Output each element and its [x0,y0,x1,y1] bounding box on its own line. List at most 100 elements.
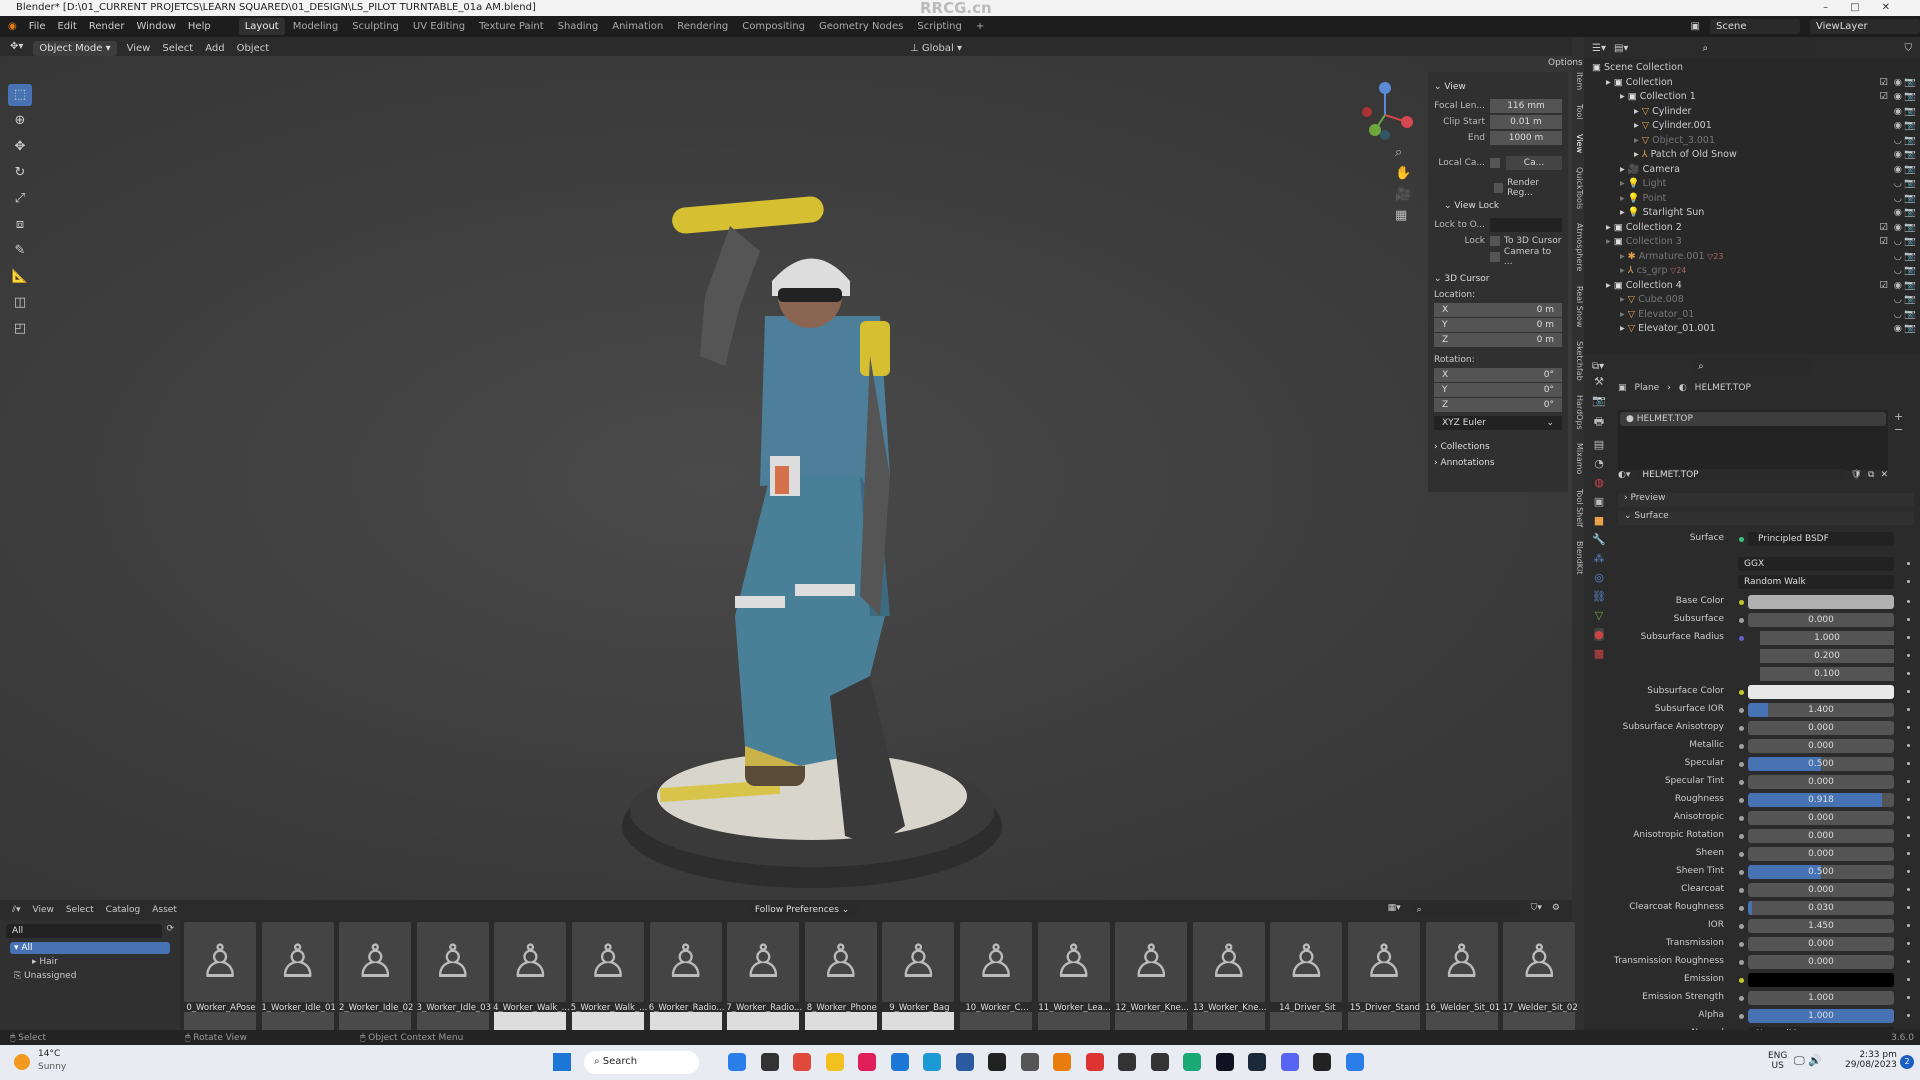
disclosure-triangle-icon[interactable]: ▸ [1634,120,1642,131]
property-field-anisotropic-rotation[interactable]: 0.000 [1748,829,1894,843]
render-tab-icon[interactable]: 📷 [1592,394,1606,407]
outliner-item[interactable]: ▸ ▽ Cube.008 ◡ 📷 [1584,293,1920,308]
outliner-search-input[interactable]: ⌕ [1696,40,1817,56]
lock-to-object-field[interactable] [1490,217,1562,232]
asset-thumbnail[interactable]: ♙ 11_Worker_Lea... [1037,922,1111,1013]
eye-icon[interactable]: ◉ [1894,105,1902,120]
clip-start-field[interactable]: 0.01 m [1490,114,1562,129]
modifier-tab-icon[interactable]: 🔧 [1592,533,1606,546]
taskbar-app-icon[interactable] [923,1053,941,1071]
properties-editor-icon[interactable]: ⧉▾ [1592,361,1604,372]
taskbar-app-icon[interactable] [955,1053,974,1071]
local-camera-field[interactable]: Ca... [1506,155,1562,170]
outliner-item[interactable]: ▸ ▣ Collection ☑ ◉ 📷 [1584,76,1920,91]
eye-icon[interactable]: ◉ [1894,163,1902,178]
disclosure-triangle-icon[interactable]: ▸ [1606,222,1614,233]
import-method-dropdown[interactable]: Follow Preferences ⌄ [748,903,859,917]
outliner-item[interactable]: ▸ 💡 Starlight Sun ◉ 📷 [1584,206,1920,221]
cursor-rotation-z-field[interactable]: Z 0° [1434,398,1562,412]
collection-tab-icon[interactable]: ▣ [1594,495,1604,508]
property-field-emission-strength[interactable]: 1.000 [1748,991,1894,1005]
distribution-dropdown[interactable]: GGX [1738,557,1894,571]
keyframe-dot-icon[interactable] [1907,978,1910,981]
asset-thumbnail-row2[interactable] [727,1012,800,1030]
disclosure-triangle-icon[interactable]: ▸ [1620,294,1628,305]
navigation-gizmo[interactable] [1355,80,1415,150]
property-field-base-color[interactable] [1748,595,1894,609]
scene-tab-icon[interactable]: ◔ [1594,457,1604,470]
material-slot-list[interactable]: ● HELMET.TOP [1618,410,1888,470]
asset-thumbnail[interactable]: ♙ 14_Driver_Sit [1270,922,1343,1013]
input-language[interactable]: ENG US [1768,1051,1787,1071]
property-field-metallic[interactable]: 0.000 [1748,739,1894,753]
asset-thumbnail[interactable]: ♙ 0_Worker_APose [184,922,256,1013]
asset-thumbnail-row2[interactable] [960,1012,1032,1030]
asset-menu-catalog[interactable]: Catalog [106,905,141,915]
property-field-roughness[interactable]: 0.918 [1748,793,1894,807]
notification-badge[interactable]: 2 [1900,1055,1914,1069]
render-camera-icon[interactable]: 📷 [1904,308,1916,323]
blender-logo-icon[interactable]: ◉ [8,21,17,32]
3d-viewport[interactable] [0,56,1572,900]
render-region-checkbox[interactable] [1494,182,1504,193]
tab-workspace-geometry-nodes[interactable]: Geometry Nodes [813,18,909,35]
viewport-menu-add[interactable]: Add [205,43,224,54]
asset-thumbnail-row2[interactable] [416,1012,489,1030]
asset-thumbnail-row2[interactable] [572,1012,644,1030]
eye-icon[interactable]: ◉ [1894,76,1902,91]
pan-hand-icon[interactable]: ✋ [1395,166,1411,181]
render-camera-icon[interactable]: 📷 [1904,90,1916,105]
property-field-specular-tint[interactable]: 0.000 [1748,775,1894,789]
physics-tab-icon[interactable]: ◎ [1594,571,1604,584]
keyframe-dot-icon[interactable] [1907,798,1910,801]
tab-workspace-texture-paint[interactable]: Texture Paint [473,18,550,35]
surface-panel-header[interactable]: ⌄ Surface [1618,511,1914,525]
taskbar-app-icon[interactable] [1183,1053,1201,1071]
property-field-subsurface-radius[interactable]: 1.000 [1760,631,1894,645]
tool-tab-icon[interactable]: ⚒ [1594,375,1604,388]
tab-workspace-animation[interactable]: Animation [606,18,669,35]
object-tab-icon[interactable]: ■ [1594,514,1604,527]
asset-thumbnail[interactable]: ♙ 3_Worker_Idle_03 [417,922,491,1013]
asset-thumbnail-row2[interactable] [1192,1012,1265,1030]
taskbar-app-icon[interactable] [1313,1053,1331,1071]
asset-search-input[interactable]: ⌕ [1410,903,1521,917]
display-mode-icon[interactable]: ▤▾ [1614,43,1628,54]
remove-slot-button[interactable]: − [1894,423,1903,436]
rotation-mode-dropdown[interactable]: XYZ Euler ⌄ [1434,416,1562,430]
outliner-item[interactable]: ▸ ▽ Cylinder.001 ◉ 📷 [1584,119,1920,134]
asset-thumbnail[interactable]: ♙ 15_Driver_Stand [1348,922,1420,1013]
socket-icon[interactable] [1739,1014,1744,1019]
render-camera-icon[interactable]: 📷 [1904,177,1916,192]
sidebar-tab-real-snow[interactable]: Real Snow [1570,286,1584,327]
world-tab-icon[interactable]: ◍ [1594,476,1604,489]
property-field-subsurface[interactable]: 0.000 [1748,613,1894,627]
output-tab-icon[interactable]: 🖶 [1594,413,1604,432]
eye-icon[interactable]: ◉ [1894,148,1902,163]
outliner-item[interactable]: ▸ ▽ Cylinder ◉ 📷 [1584,105,1920,120]
asset-thumbnail-row2[interactable] [1348,1012,1420,1030]
subsurface-method-dropdown[interactable]: Random Walk [1738,575,1894,589]
keyframe-dot-icon[interactable] [1907,708,1910,711]
material-name-field[interactable]: HELMET.TOP [1636,469,1845,481]
taskbar-app-icon[interactable] [1248,1053,1266,1071]
property-field-transmission-roughness[interactable]: 0.000 [1748,955,1894,969]
property-field-anisotropic[interactable]: 0.000 [1748,811,1894,825]
outliner-item[interactable]: ▸ ▣ Collection 3 ☑ ◡ 📷 [1584,235,1920,250]
scale-tool-icon[interactable]: ⤢ [8,188,32,210]
view-lock-header[interactable]: ⌄ View Lock [1434,201,1562,211]
socket-icon[interactable] [1739,942,1744,947]
asset-thumbnail[interactable]: ♙ 13_Worker_Kne... [1192,922,1267,1013]
disclosure-triangle-icon[interactable]: ▸ [1620,91,1628,102]
filter-icon[interactable]: ⛉▾ [1531,903,1542,917]
tab-workspace-shading[interactable]: Shading [552,18,605,35]
asset-thumbnail[interactable]: ♙ 8_Worker_Phone [804,922,877,1013]
asset-thumbnail-row2[interactable] [882,1012,955,1030]
asset-thumbnail-row2[interactable] [1503,1012,1576,1030]
select-box-tool-icon[interactable]: ⬚ [8,84,32,106]
texture-tab-icon[interactable]: ▩ [1594,647,1604,660]
keyframe-dot-icon[interactable] [1907,870,1910,873]
outliner-item[interactable]: ▸ 💡 Point ◡ 📷 [1584,192,1920,207]
disclosure-triangle-icon[interactable]: ▸ [1620,207,1628,218]
property-field-sheen-tint[interactable]: 0.500 [1748,865,1894,879]
